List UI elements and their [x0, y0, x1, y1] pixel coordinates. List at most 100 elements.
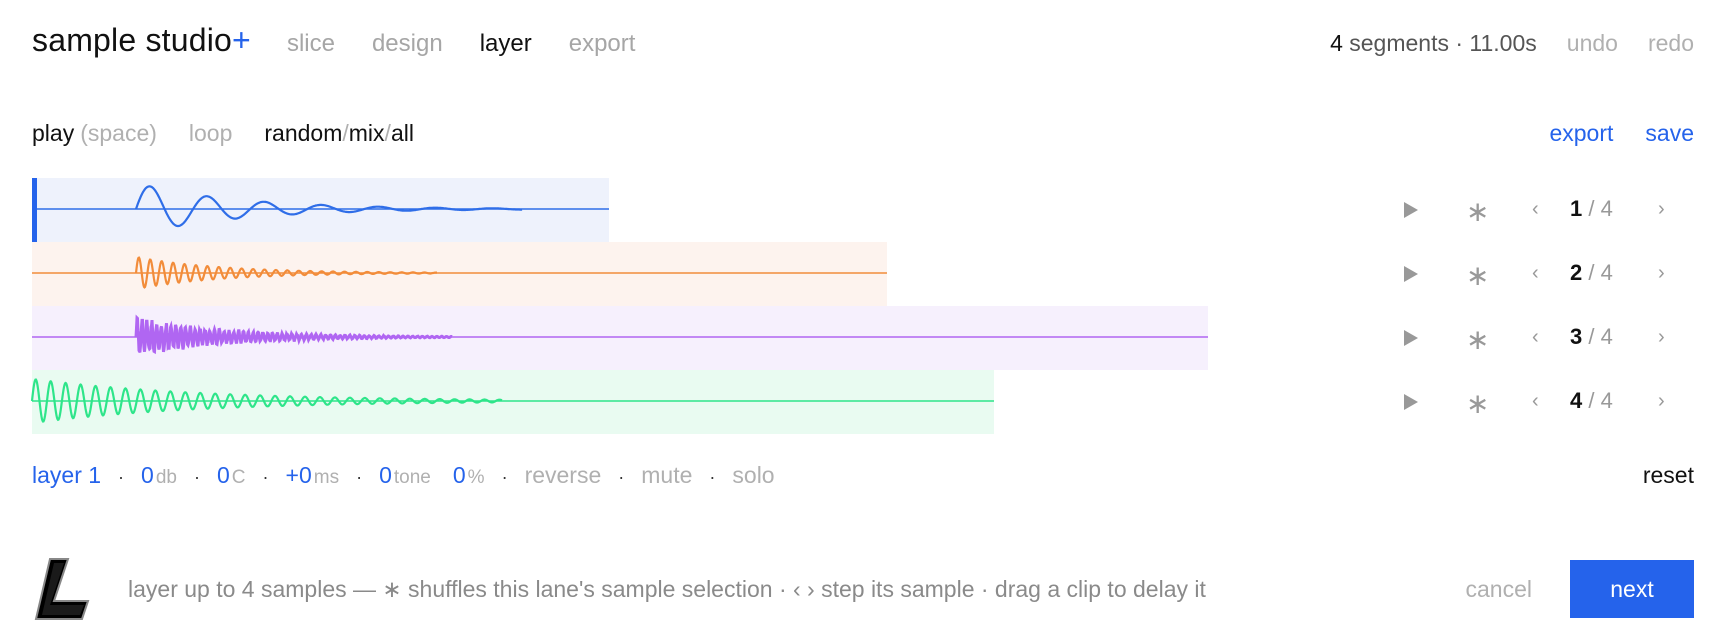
reverse-toggle[interactable]: reverse	[525, 462, 602, 489]
gain-value[interactable]: 0	[141, 462, 154, 488]
chevron-left-icon[interactable]: ‹	[1532, 262, 1539, 285]
pitch-unit: C	[231, 467, 246, 488]
mix-value[interactable]: 0	[453, 462, 466, 488]
next-button[interactable]: next	[1570, 560, 1694, 618]
chevron-left-icon[interactable]: ‹	[1532, 198, 1539, 221]
clip-background	[32, 242, 887, 306]
sample-index: 3	[1570, 324, 1583, 349]
app-title-plus: +	[232, 22, 251, 58]
logo-icon	[34, 558, 90, 620]
waveform-lane-1	[32, 178, 609, 242]
separator-dot: ·	[356, 467, 363, 487]
save-button[interactable]: save	[1645, 120, 1694, 147]
pitch-param[interactable]: 0C	[217, 462, 246, 489]
sample-total: 4	[1600, 324, 1613, 349]
sample-counter: 3 / 4	[1570, 324, 1613, 350]
sample-counter: 4 / 4	[1570, 388, 1613, 414]
top-bar: sample studio+ slice design layer export…	[32, 22, 1694, 70]
clip-background	[32, 178, 609, 242]
segments-info: 4 segments · 11.00s	[1330, 30, 1537, 57]
counter-separator: /	[1588, 324, 1595, 349]
sample-index: 1	[1570, 196, 1583, 221]
shuffle-icon[interactable]: ∗	[1466, 390, 1489, 418]
separator-dot: ·	[262, 467, 269, 487]
app-title-text: sample studio	[32, 22, 233, 58]
mode-mix[interactable]: mix	[349, 120, 385, 146]
separator-dot: ·	[118, 467, 125, 487]
counter-separator: /	[1588, 196, 1595, 221]
mute-toggle[interactable]: mute	[641, 462, 692, 489]
mode-random[interactable]: random	[264, 120, 342, 146]
clip-lane-4[interactable]	[30, 370, 994, 434]
shuffle-icon[interactable]: ∗	[1466, 326, 1489, 354]
lane-3: ∗ ‹ 3 / 4 ›	[32, 306, 1692, 370]
clip-lane-1[interactable]	[32, 178, 609, 242]
sample-index: 2	[1570, 260, 1583, 285]
play-icon[interactable]	[1402, 200, 1422, 220]
shuffle-icon[interactable]: ∗	[1466, 198, 1489, 226]
chevron-left-icon[interactable]: ‹	[1532, 390, 1539, 413]
play-icon[interactable]	[1402, 264, 1422, 284]
cancel-button[interactable]: cancel	[1466, 576, 1532, 603]
play-icon[interactable]	[1402, 392, 1422, 412]
reset-button[interactable]: reset	[1643, 462, 1694, 489]
playhead[interactable]	[32, 178, 37, 242]
chevron-right-icon[interactable]: ›	[1658, 198, 1665, 221]
pitch-value[interactable]: 0	[217, 462, 230, 488]
separator-dot: ·	[709, 467, 716, 487]
chevron-right-icon[interactable]: ›	[1658, 390, 1665, 413]
chevron-left-icon[interactable]: ‹	[1532, 326, 1539, 349]
file-actions: export save	[1517, 120, 1694, 147]
counter-separator: /	[1588, 260, 1595, 285]
chevron-right-icon[interactable]: ›	[1658, 262, 1665, 285]
mode-selector: random/mix/all	[264, 120, 414, 147]
solo-toggle[interactable]: solo	[732, 462, 774, 489]
mix-unit: %	[467, 467, 485, 488]
delay-param[interactable]: +0 ms	[286, 462, 340, 489]
status-area: 4 segments · 11.00s undo redo	[1330, 30, 1694, 57]
lane-1: ∗ ‹ 1 / 4 ›	[32, 178, 1692, 242]
shuffle-icon[interactable]: ∗	[1466, 262, 1489, 290]
redo-button[interactable]: redo	[1648, 30, 1694, 57]
gain-unit: db	[155, 467, 177, 488]
waveform-lane-3	[32, 306, 1208, 370]
waveform-lane-2	[32, 242, 887, 306]
play-button[interactable]: play	[32, 120, 74, 147]
nav-layer[interactable]: layer	[480, 30, 532, 58]
lane-controls-1: ∗ ‹ 1 / 4 ›	[1402, 178, 1692, 242]
segments-text: segments · 11.00s	[1349, 30, 1537, 56]
counter-separator: /	[1588, 388, 1595, 413]
nav-slice[interactable]: slice	[287, 30, 335, 58]
gain-param[interactable]: 0 db	[141, 462, 177, 489]
sample-counter: 2 / 4	[1570, 260, 1613, 286]
sample-total: 4	[1600, 260, 1613, 285]
mode-all[interactable]: all	[391, 120, 414, 146]
sample-index: 4	[1570, 388, 1583, 413]
undo-button[interactable]: undo	[1567, 30, 1618, 57]
chevron-right-icon[interactable]: ›	[1658, 326, 1665, 349]
play-icon[interactable]	[1402, 328, 1422, 348]
loop-toggle[interactable]: loop	[189, 120, 232, 147]
nav-design[interactable]: design	[372, 30, 443, 58]
export-button[interactable]: export	[1549, 120, 1613, 147]
footer-bar: layer up to 4 samples — ∗ shuffles this …	[30, 555, 1694, 623]
sample-total: 4	[1600, 196, 1613, 221]
separator-dot: ·	[193, 467, 200, 487]
mix-param[interactable]: 0%	[453, 462, 485, 489]
clip-lane-2[interactable]	[32, 242, 887, 306]
play-shortcut-hint: (space)	[80, 120, 157, 146]
delay-value[interactable]: +0	[286, 462, 312, 488]
help-text: layer up to 4 samples — ∗ shuffles this …	[128, 575, 1206, 602]
tone-param[interactable]: 0 tone	[379, 462, 431, 489]
tone-value[interactable]: 0	[379, 462, 392, 488]
clip-background	[32, 370, 994, 434]
tone-unit: tone	[393, 467, 431, 488]
nav-export[interactable]: export	[569, 30, 636, 58]
clip-lane-3[interactable]	[32, 306, 1208, 370]
lane-controls-2: ∗ ‹ 2 / 4 ›	[1402, 242, 1692, 306]
lane-controls-3: ∗ ‹ 3 / 4 ›	[1402, 306, 1692, 370]
lane-2: ∗ ‹ 2 / 4 ›	[32, 242, 1692, 306]
sample-counter: 1 / 4	[1570, 196, 1613, 222]
waveform-lane-4	[30, 370, 994, 434]
delay-unit: ms	[313, 467, 340, 488]
